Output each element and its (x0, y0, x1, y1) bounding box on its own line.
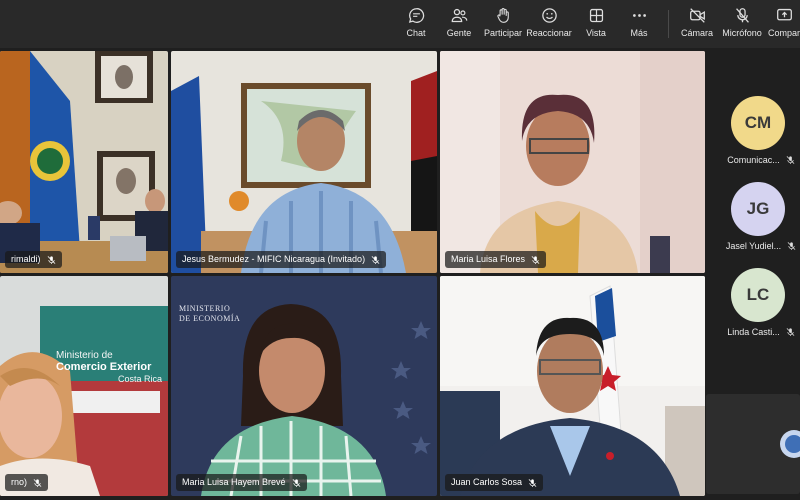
self-view-tile[interactable] (706, 394, 800, 494)
chat-label: Chat (406, 28, 426, 38)
more-dots-icon (629, 6, 649, 24)
muted-mic-icon (786, 156, 795, 165)
react-button[interactable]: Reaccionar (526, 6, 572, 44)
muted-mic-icon (292, 478, 300, 487)
chat-button[interactable]: Chat (402, 6, 430, 44)
video-feed (0, 276, 168, 496)
ministry-logo-line2: Comercio Exterior (56, 361, 152, 373)
mic-label: Micrófono (722, 28, 762, 38)
muted-mic-icon (47, 255, 55, 264)
chat-icon (406, 6, 426, 24)
avatar: LC (731, 268, 785, 322)
smiley-icon (539, 6, 559, 24)
camera-button[interactable]: Cámara (680, 6, 714, 44)
video-tile-2[interactable]: Jesus Bermudez - MIFIC Nicaragua (Invita… (171, 51, 437, 273)
video-feed (171, 51, 437, 273)
muted-mic-icon (787, 242, 796, 251)
mic-off-icon (732, 6, 752, 24)
react-label: Reaccionar (526, 28, 572, 38)
muted-mic-icon (371, 255, 380, 264)
participant-name: Jasel Yudiel... (726, 241, 796, 251)
ministry-logo-line1: Ministerio de (56, 350, 113, 361)
toolbar-divider (668, 10, 669, 38)
self-view-avatar (706, 394, 800, 494)
ministry-logo-line2: DE ECONOMÍA (179, 314, 241, 323)
raise-label: Participar (484, 28, 523, 38)
avatar: JG (731, 182, 785, 236)
participant-name-label: rno) (5, 474, 49, 491)
teams-meeting-window: Chat Gente Participar Reaccionar Vista M… (0, 0, 800, 500)
more-label: Más (630, 28, 648, 38)
meeting-toolbar: Chat Gente Participar Reaccionar Vista M… (0, 0, 800, 48)
people-icon (449, 6, 469, 24)
share-screen-icon (774, 6, 794, 24)
participant-item[interactable]: LC Linda Casti... (716, 268, 800, 337)
muted-mic-icon (528, 478, 537, 487)
video-feed (440, 51, 705, 273)
camera-label: Cámara (680, 28, 713, 38)
people-label: Gente (446, 28, 472, 38)
ministry-logo-line3: Costa Rica (118, 374, 163, 384)
video-tile-5[interactable]: MINISTERIO DE ECONOMÍA Maria Luisa Hayem… (171, 276, 437, 496)
avatar: CM (731, 96, 785, 150)
participant-name-label: rimaldi) (5, 251, 62, 268)
participant-name-label: Maria Luisa Hayem Brevé (176, 474, 307, 491)
camera-off-icon (687, 6, 707, 24)
video-feed (0, 51, 168, 273)
share-button[interactable]: Compar (768, 6, 800, 44)
video-tile-6[interactable]: Juan Carlos Sosa (440, 276, 705, 496)
video-tile-1[interactable]: rimaldi) (0, 51, 168, 273)
ministry-logo-line1: MINISTERIO (179, 304, 231, 313)
participant-name-label: Juan Carlos Sosa (445, 474, 544, 491)
people-button[interactable]: Gente (444, 6, 474, 44)
participant-name: Linda Casti... (727, 327, 795, 337)
video-tile-4[interactable]: Ministerio de Comercio Exterior Costa Ri… (0, 276, 168, 496)
video-tile-3[interactable]: Maria Luisa Flores (440, 51, 705, 273)
participant-item[interactable]: CM Comunicac... (716, 96, 800, 165)
share-label: Compar (768, 28, 800, 38)
microphone-button[interactable]: Micrófono (720, 6, 764, 44)
participant-name-label: Jesus Bermudez - MIFIC Nicaragua (Invita… (176, 251, 387, 268)
more-button[interactable]: Más (628, 6, 650, 44)
raise-hand-button[interactable]: Participar (484, 6, 522, 44)
participant-name: Comunicac... (727, 155, 795, 165)
grid-view-icon (586, 6, 606, 24)
muted-mic-icon (33, 478, 42, 487)
participant-name-label: Maria Luisa Flores (445, 251, 547, 268)
video-feed (440, 276, 705, 496)
participant-item[interactable]: JG Jasel Yudiel... (716, 182, 800, 251)
hand-icon (493, 6, 513, 24)
view-label: Vista (586, 28, 606, 38)
muted-mic-icon (531, 255, 540, 264)
muted-mic-icon (786, 328, 795, 337)
view-button[interactable]: Vista (584, 6, 608, 44)
